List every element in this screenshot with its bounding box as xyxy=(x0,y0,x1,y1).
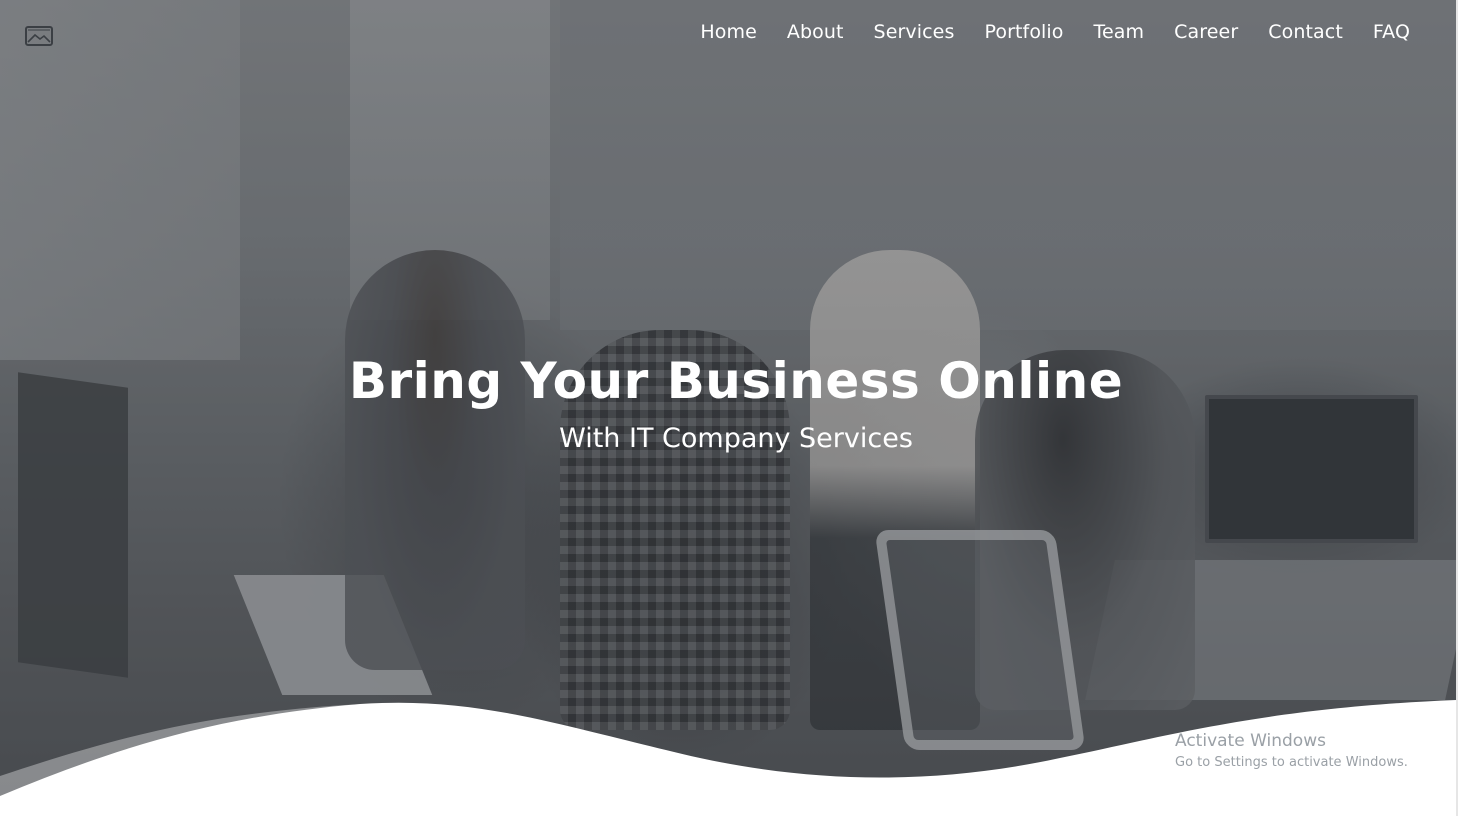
page: Home About Services Portfolio Team Caree… xyxy=(0,0,1458,816)
nav-home[interactable]: Home xyxy=(685,21,772,43)
nav-contact[interactable]: Contact xyxy=(1253,21,1358,43)
image-placeholder-icon[interactable] xyxy=(25,26,53,46)
nav-career[interactable]: Career xyxy=(1159,21,1253,43)
hero-subtitle: With IT Company Services xyxy=(559,423,913,454)
watermark-title: Activate Windows xyxy=(1175,731,1326,751)
main-nav: Home About Services Portfolio Team Caree… xyxy=(685,18,1410,46)
nav-about[interactable]: About xyxy=(772,21,859,43)
nav-portfolio[interactable]: Portfolio xyxy=(969,21,1078,43)
nav-team[interactable]: Team xyxy=(1079,21,1160,43)
watermark-message: Go to Settings to activate Windows. xyxy=(1175,755,1408,770)
nav-faq[interactable]: FAQ xyxy=(1358,21,1410,43)
hero-title: Bring Your Business Online xyxy=(348,352,1124,410)
nav-services[interactable]: Services xyxy=(859,21,970,43)
windows-activation-watermark: Activate Windows Go to Settings to activ… xyxy=(1175,731,1408,773)
hero-section: Home About Services Portfolio Team Caree… xyxy=(0,0,1456,816)
